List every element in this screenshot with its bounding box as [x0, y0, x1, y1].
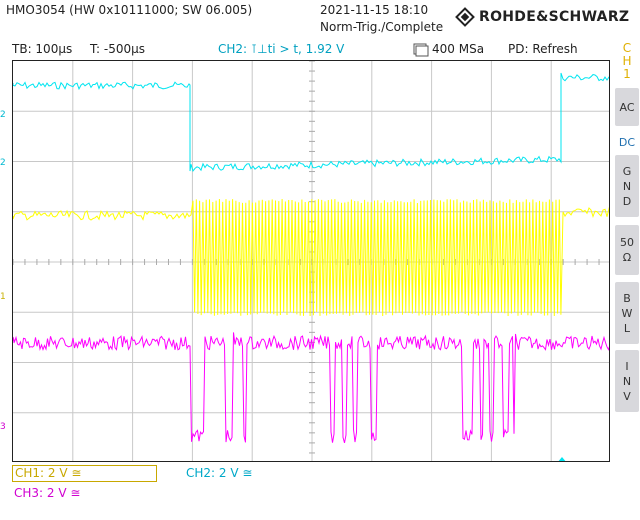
title-bar: HMO3054 (HW 0x10111000; SW 06.005) 2021-… [0, 0, 640, 40]
ch2-setting[interactable]: CH2: 2 V ≅ [186, 466, 252, 480]
sample-rate-readout[interactable]: 400 MSa [432, 42, 484, 56]
softkey-label: AC [619, 100, 635, 114]
softkey-dc[interactable]: DC [615, 130, 639, 154]
trigger-status: Norm-Trig./Complete [320, 20, 444, 34]
softkey-label: I [625, 359, 629, 373]
waveform-traces [13, 72, 609, 462]
softkey-label: V [623, 389, 631, 403]
datetime: 2021-11-15 18:10 [320, 3, 429, 17]
softkey-label: Ω [622, 251, 632, 264]
timebase-readout[interactable]: TB: 100µs [12, 42, 72, 56]
softkey-bwl[interactable]: BWL [615, 282, 639, 344]
softkey-label: D [622, 194, 632, 208]
ch3-ground-marker[interactable]: 3 [0, 422, 6, 432]
softkey-ac[interactable]: AC [615, 88, 639, 126]
softkey-label: 50 [620, 236, 634, 249]
softkey-label: DC [618, 135, 636, 149]
softkey-label: N [622, 179, 632, 193]
channel-letter: 1 [623, 67, 631, 81]
rs-diamond-icon [455, 7, 475, 27]
active-channel-label: CH1 [614, 42, 640, 81]
model-info: HMO3054 (HW 0x10111000; SW 06.005) [6, 3, 253, 17]
acquisition-mode-readout[interactable]: PD: Refresh [508, 42, 578, 56]
trigger-position-marker[interactable] [557, 457, 567, 462]
channel-softkey-panel: CH1 AC DC G N D 50 Ω B W L I N V [614, 40, 640, 460]
softkey-label: B [623, 291, 631, 305]
ch3-setting[interactable]: CH3: 2 V ≅ [14, 486, 80, 500]
brand-name: ROHDE&SCHWARZ [479, 9, 630, 25]
ch3-trace [13, 332, 609, 444]
waveform-display[interactable] [12, 60, 610, 462]
ch2-top-marker: 2 [0, 110, 6, 120]
ch1-trace [13, 198, 609, 317]
softkey-label: W [621, 306, 633, 320]
memory-icon [413, 43, 429, 57]
brand-logo: ROHDE&SCHWARZ [455, 5, 629, 29]
info-bar: TB: 100µs T: -500µs CH2: ⊺⊥ti > t, 1.92 … [0, 40, 612, 60]
softkey-label: N [622, 374, 632, 388]
ch1-ground-marker[interactable]: 1 [0, 292, 6, 302]
ch2-trace [13, 72, 609, 172]
trigger-readout[interactable]: CH2: ⊺⊥ti > t, 1.92 V [218, 42, 344, 56]
softkey-label: L [623, 321, 631, 335]
ch1-setting[interactable]: CH1: 2 V ≅ [12, 465, 157, 482]
softkey-label: G [622, 164, 632, 178]
softkey-inv[interactable]: INV [615, 350, 639, 412]
softkey-50ohm[interactable]: 50 Ω [615, 225, 639, 275]
softkey-gnd[interactable]: GND [615, 155, 639, 217]
ch2-ground-marker[interactable]: 2 [0, 158, 6, 168]
time-offset-readout[interactable]: T: -500µs [90, 42, 145, 56]
